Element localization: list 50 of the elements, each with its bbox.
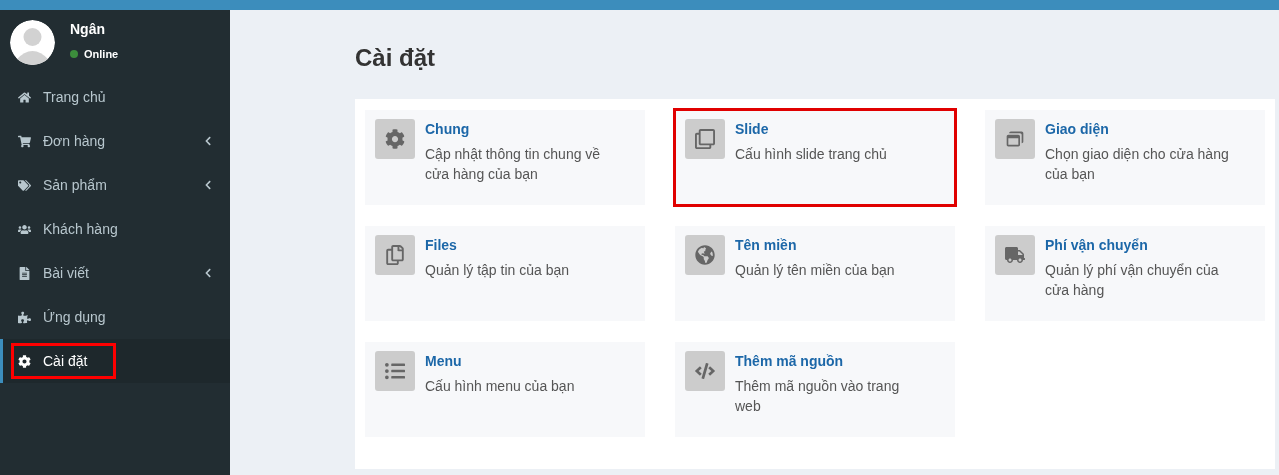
code-icon [685,351,725,391]
sidebar-item[interactable]: Đơn hàng [0,119,230,163]
settings-card[interactable]: Tên miền Quản lý tên miền của bạn [675,226,955,321]
card-description: Cập nhật thông tin chung về cửa hàng của bạn [425,145,602,184]
settings-card[interactable]: Thêm mã nguồn Thêm mã nguồn vào trang web [675,342,955,437]
card-title[interactable]: Slide [735,119,925,140]
files-icon [375,235,415,275]
users-icon [18,222,31,236]
card-title[interactable]: Phí vận chuyển [1045,235,1235,256]
settings-card[interactable]: Slide Cấu hình slide trang chủ [675,110,955,205]
card-description: Cấu hình slide trang chủ [735,145,888,164]
card-description: Quản lý tên miền của bạn [735,261,896,280]
cart-icon [18,134,31,148]
settings-card[interactable]: Giao diện Chọn giao diện cho cửa hàng của bạn [985,110,1265,205]
avatar-icon [10,20,55,65]
document-icon [18,266,31,280]
settings-card[interactable]: Phí vận chuyển Quản lý phí vận chuyển của cửa hàng [985,226,1265,321]
card-title[interactable]: Thêm mã nguồn [735,351,925,372]
settings-icon [375,119,415,159]
sidebar-item[interactable]: Trang chủ [0,75,230,119]
card-title[interactable]: Chung [425,119,615,140]
card-description: Cấu hình menu của bạn [425,377,576,396]
settings-card[interactable]: Chung Cập nhật thông tin chung về cửa hàng của bạn [365,110,645,205]
card-description: Quản lý phí vận chuyển của cửa hàng [1045,261,1220,300]
card-title[interactable]: Tên miền [735,235,925,256]
card-description: Quản lý tập tin của bạn [425,261,570,280]
sidebar-item[interactable]: Sản phẩm [0,163,230,207]
sidebar-item[interactable]: Ứng dụng [0,295,230,339]
settings-card[interactable]: Files Quản lý tập tin của bạn [365,226,645,321]
tag-icon [18,178,31,192]
sidebar-item[interactable]: Cài đặt [0,339,230,383]
puzzle-icon [18,310,31,324]
settings-card[interactable]: Menu Cấu hình menu của bạn [365,342,645,437]
user-name: Ngân [70,19,106,39]
globe-icon [685,235,725,275]
page-title: Cài đặt [355,43,436,73]
truck-icon [995,235,1035,275]
card-title[interactable]: Giao diện [1045,119,1235,140]
sidebar-item[interactable]: Khách hàng [0,207,230,251]
list-icon [375,351,415,391]
settings-icon [18,354,31,368]
sidebar-item[interactable]: Bài viết [0,251,230,295]
card-description: Thêm mã nguồn vào trang web [735,377,901,416]
card-title[interactable]: Files [425,235,615,256]
home-icon [18,90,31,104]
copy-icon [685,119,725,159]
card-title[interactable]: Menu [425,351,615,372]
card-description: Chọn giao diện cho cửa hàng của bạn [1045,145,1230,184]
windows-icon [995,119,1035,159]
status-text: Online [84,46,119,62]
